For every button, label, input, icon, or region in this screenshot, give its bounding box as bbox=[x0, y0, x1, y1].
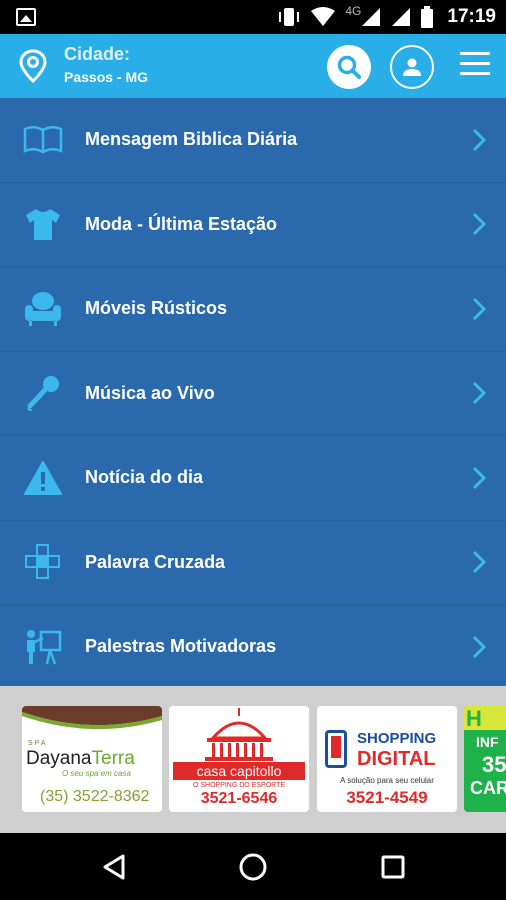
ad-line3: CAR bbox=[470, 778, 506, 798]
back-triangle-icon bbox=[103, 854, 125, 880]
list-item-moveis[interactable]: Móveis Rústicos bbox=[0, 267, 506, 352]
list-item-noticia[interactable]: Notícia do dia bbox=[0, 436, 506, 521]
phone-logo-icon bbox=[325, 730, 347, 768]
ad-line2: 35 bbox=[482, 752, 506, 777]
armchair-icon bbox=[22, 288, 64, 330]
ad-phone: 3521-6546 bbox=[200, 790, 278, 807]
chevron-right-icon bbox=[472, 635, 486, 658]
list-item-moda[interactable]: Moda - Última Estação bbox=[0, 183, 506, 267]
microphone-icon bbox=[22, 372, 64, 414]
chevron-right-icon bbox=[472, 128, 486, 151]
list-item-label: Notícia do dia bbox=[85, 467, 204, 488]
list-item-label: Móveis Rústicos bbox=[85, 298, 228, 319]
status-bar: 4G 17:19 bbox=[0, 0, 506, 34]
search-button[interactable] bbox=[327, 45, 371, 89]
ad-dayana-terra[interactable]: SPA DayanaTerra O seu spa em casa (35) 3… bbox=[22, 706, 162, 812]
search-icon bbox=[337, 55, 361, 79]
list-item-label: Palavra Cruzada bbox=[85, 551, 226, 572]
crossword-icon bbox=[22, 541, 64, 583]
city-label: Cidade: bbox=[64, 44, 131, 64]
ad-line1: INF bbox=[476, 734, 499, 750]
ad-line1: SHOPPING bbox=[357, 730, 437, 747]
chevron-right-icon bbox=[472, 382, 486, 405]
warning-icon bbox=[22, 457, 64, 499]
gallery-notification-icon bbox=[16, 8, 36, 26]
chevron-right-icon bbox=[472, 297, 486, 320]
list-item-label: Moda - Última Estação bbox=[85, 213, 278, 234]
category-list: Mensagem Biblica Diária Moda - Última Es… bbox=[0, 98, 506, 686]
ad-phone: (35) 3522-8362 bbox=[40, 788, 150, 805]
ad-shopping-digital[interactable]: SHOPPING DIGITAL A solução para seu celu… bbox=[317, 706, 457, 812]
ad-partial[interactable]: H INF 35 CAR bbox=[464, 706, 506, 812]
signal-icon-2 bbox=[392, 8, 411, 26]
recent-apps-square-icon bbox=[381, 855, 405, 879]
list-item-palavra-cruzada[interactable]: Palavra Cruzada bbox=[0, 521, 506, 605]
vibrate-icon bbox=[279, 8, 300, 26]
location-pin-icon[interactable] bbox=[18, 49, 48, 83]
ad-tagline: A solução para seu celular bbox=[340, 776, 434, 785]
list-item-palestras[interactable]: Palestras Motivadoras bbox=[0, 605, 506, 686]
list-item-label: Palestras Motivadoras bbox=[85, 636, 277, 657]
presenter-icon bbox=[22, 626, 64, 668]
chevron-right-icon bbox=[472, 551, 486, 574]
battery-icon bbox=[421, 6, 434, 28]
ad-slogan: O seu spa em casa bbox=[62, 769, 131, 778]
home-circle-icon bbox=[239, 853, 267, 881]
recent-apps-button[interactable] bbox=[377, 851, 409, 883]
signal-icon bbox=[362, 8, 381, 26]
chevron-right-icon bbox=[472, 213, 486, 236]
app-header: Cidade: Passos - MG bbox=[0, 34, 506, 98]
ad-tagline: O SHOPPING DO ESPORTE bbox=[192, 782, 286, 789]
ad-logo-letter: H bbox=[464, 706, 506, 731]
sponsor-carousel[interactable]: SPA DayanaTerra O seu spa em casa (35) 3… bbox=[0, 686, 506, 833]
ad-brand: DayanaTerra bbox=[26, 748, 135, 769]
list-item-musica[interactable]: Música ao Vivo bbox=[0, 352, 506, 436]
city-value[interactable]: Passos - MG bbox=[64, 69, 148, 85]
profile-icon bbox=[403, 58, 421, 76]
ad-name: casa capitollo bbox=[173, 762, 305, 780]
home-button[interactable] bbox=[237, 851, 269, 883]
book-icon bbox=[22, 119, 64, 161]
list-item-label: Música ao Vivo bbox=[85, 382, 215, 403]
building-logo bbox=[205, 708, 273, 761]
list-item-label: Mensagem Biblica Diária bbox=[85, 129, 298, 150]
list-item-mensagem-biblica[interactable]: Mensagem Biblica Diária bbox=[0, 98, 506, 183]
wifi-icon bbox=[311, 7, 336, 26]
ad-phone: 3521-4549 bbox=[346, 788, 428, 807]
ad-casa-capitolio[interactable]: casa capitollo O SHOPPING DO ESPORTE 352… bbox=[169, 706, 309, 812]
tshirt-icon bbox=[22, 203, 64, 245]
ad-prefix: SPA bbox=[28, 740, 48, 747]
profile-button[interactable] bbox=[390, 45, 434, 89]
chevron-right-icon bbox=[472, 466, 486, 489]
system-navigation-bar bbox=[0, 833, 506, 900]
hamburger-menu-icon[interactable] bbox=[460, 52, 490, 80]
back-button[interactable] bbox=[98, 851, 130, 883]
status-icons: 4G 17:19 bbox=[277, 4, 496, 28]
ad-decoration bbox=[22, 706, 162, 730]
ad-line2: DIGITAL bbox=[357, 748, 436, 770]
clock: 17:19 bbox=[447, 6, 496, 27]
network-type: 4G bbox=[345, 4, 362, 18]
